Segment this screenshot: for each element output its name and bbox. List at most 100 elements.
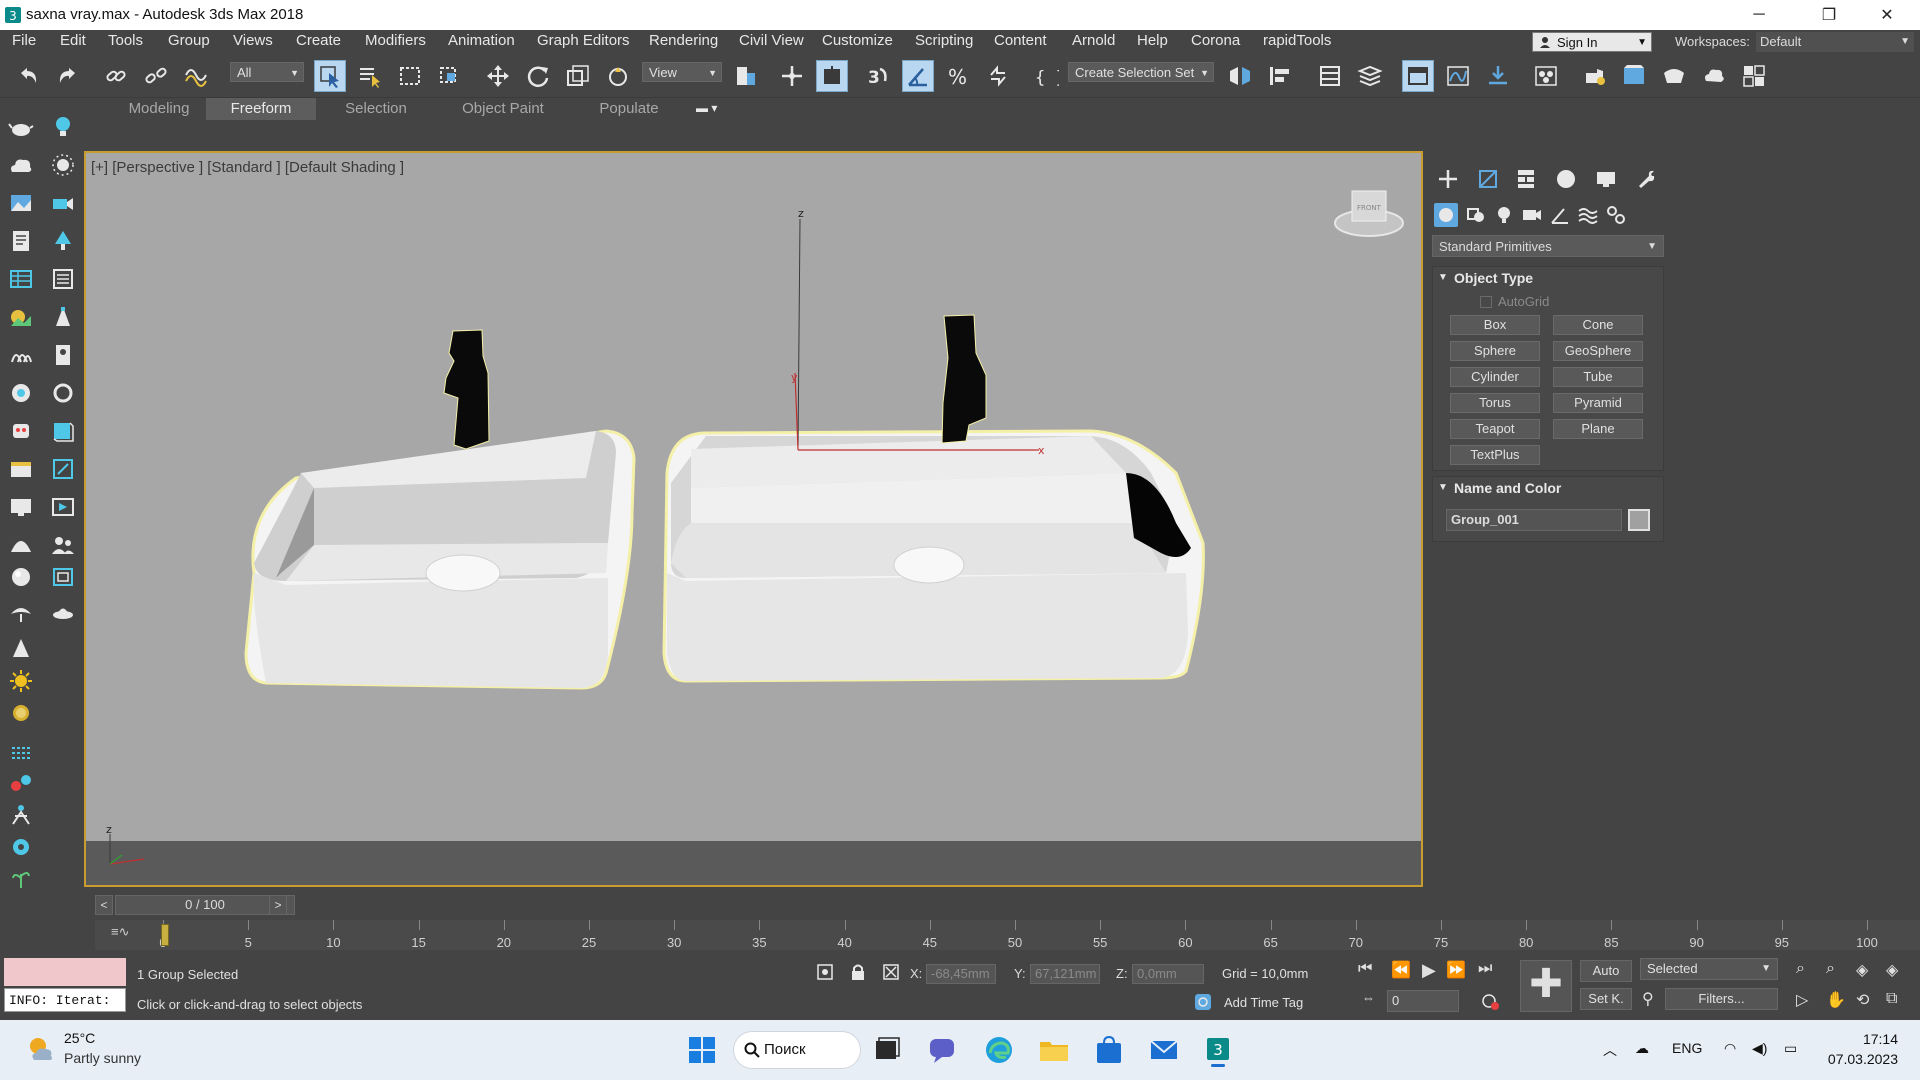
sun-light-icon[interactable] — [8, 668, 34, 694]
sphere-button[interactable]: Sphere — [1450, 341, 1540, 361]
window-icon[interactable] — [8, 456, 34, 482]
film-icon[interactable] — [50, 494, 76, 520]
rotate-icon[interactable] — [522, 60, 554, 92]
move-icon[interactable] — [482, 60, 514, 92]
edge-browser-icon[interactable] — [982, 1033, 1016, 1067]
task-view-icon[interactable] — [870, 1033, 904, 1067]
menu-content[interactable]: Content — [994, 32, 1047, 49]
box-icon[interactable] — [50, 418, 76, 444]
pivot-center-icon[interactable] — [730, 60, 762, 92]
tree-icon[interactable] — [50, 228, 76, 254]
menu-group[interactable]: Group — [168, 32, 210, 49]
menu-civil-view[interactable]: Civil View — [739, 32, 804, 49]
time-configuration-icon[interactable] — [1480, 991, 1500, 1011]
menu-rapidtools[interactable]: rapidTools — [1263, 32, 1331, 49]
auto-key-button[interactable]: Auto — [1580, 960, 1632, 982]
teams-chat-icon[interactable] — [926, 1033, 960, 1067]
hierarchy-tab-icon[interactable] — [1512, 165, 1540, 193]
current-frame-field[interactable]: 0 — [1387, 990, 1459, 1012]
menu-tools[interactable]: Tools — [108, 32, 143, 49]
tube-button[interactable]: Tube — [1553, 367, 1643, 387]
windows-start-icon[interactable] — [685, 1033, 719, 1067]
gear-icon[interactable] — [8, 834, 34, 860]
previous-frame-icon[interactable]: ⏪ — [1391, 960, 1411, 980]
maxscript-output[interactable]: INFO: Iterat: — [4, 988, 126, 1012]
robot-icon[interactable] — [8, 418, 34, 444]
wifi-icon[interactable]: ◠ — [1724, 1040, 1736, 1057]
menu-help[interactable]: Help — [1137, 32, 1168, 49]
object-color-swatch[interactable] — [1628, 509, 1650, 531]
helpers-icon[interactable] — [1548, 203, 1572, 227]
wheat-icon[interactable] — [8, 600, 34, 626]
display-tab-icon[interactable] — [1592, 165, 1620, 193]
a360-gallery-icon[interactable] — [1738, 60, 1770, 92]
speaker-icon[interactable] — [8, 380, 34, 406]
menu-modifiers[interactable]: Modifiers — [365, 32, 426, 49]
maximize-viewport-icon[interactable]: ⧉ — [1886, 990, 1897, 1008]
track-bar[interactable]: ≡∿ 0510152025303540455055606570758085909… — [95, 920, 1920, 950]
terrain-icon[interactable] — [8, 304, 34, 330]
list-icon[interactable] — [50, 266, 76, 292]
input-language[interactable]: ENG — [1672, 1040, 1702, 1056]
scene-explorer-icon[interactable] — [1314, 60, 1346, 92]
figure-icon[interactable] — [50, 342, 76, 368]
name-and-color-header[interactable]: ▼ Name and Color — [1432, 477, 1664, 499]
faucet-right[interactable] — [941, 314, 987, 444]
align-icon[interactable] — [1264, 60, 1296, 92]
snaps-toggle-icon[interactable]: 3 — [862, 60, 894, 92]
menu-customize[interactable]: Customize — [822, 32, 893, 49]
curve-toggle-icon[interactable]: ≡∿ — [111, 924, 129, 940]
frame-spinner-icon[interactable]: ⇔ — [1362, 990, 1375, 1005]
plant-icon[interactable] — [8, 866, 34, 892]
unlink-icon[interactable] — [140, 60, 172, 92]
schematic-view-icon[interactable] — [1482, 60, 1514, 92]
ribbon-options-icon[interactable]: ▬ ▾ — [696, 101, 724, 117]
workspaces-dropdown[interactable]: Default ▼ — [1756, 32, 1914, 52]
tab-modeling[interactable]: Modeling — [114, 98, 204, 120]
cloud-icon[interactable] — [8, 152, 34, 178]
place-icon[interactable] — [602, 60, 634, 92]
autogrid-checkbox[interactable]: AutoGrid — [1480, 294, 1549, 309]
go-to-end-icon[interactable]: ⏭ — [1478, 960, 1492, 978]
select-and-manipulate-icon[interactable] — [776, 60, 808, 92]
y-coordinate-field[interactable]: 67,121mm — [1030, 964, 1100, 984]
modify-tab-icon[interactable] — [1474, 165, 1502, 193]
cone-icon[interactable] — [8, 636, 34, 662]
time-slider[interactable]: < 0 / 100 > — [95, 895, 1920, 915]
set-key-button[interactable]: Set K. — [1580, 988, 1632, 1010]
geosphere-button[interactable]: GeoSphere — [1553, 341, 1643, 361]
dome-icon[interactable] — [8, 532, 34, 558]
gold-sphere-icon[interactable] — [8, 700, 34, 726]
menu-arnold[interactable]: Arnold — [1072, 32, 1115, 49]
time-tag-icon[interactable] — [1193, 992, 1213, 1012]
tab-selection[interactable]: Selection — [330, 98, 422, 120]
spinner-snap-icon[interactable] — [982, 60, 1014, 92]
keyboard-shortcut-override-icon[interactable] — [816, 60, 848, 92]
menu-file[interactable]: File — [12, 32, 36, 49]
taskbar-search[interactable]: Поиск — [734, 1032, 860, 1068]
play-icon[interactable]: ▶ — [1422, 960, 1436, 981]
tab-object-paint[interactable]: Object Paint — [448, 98, 558, 120]
cone-button[interactable]: Cone — [1553, 315, 1643, 335]
weather-sun-cloud-icon[interactable] — [26, 1034, 56, 1064]
zoom-extents-icon[interactable]: ◈ — [1856, 960, 1868, 980]
menu-graph-editors[interactable]: Graph Editors — [537, 32, 630, 49]
file-explorer-icon[interactable] — [1037, 1033, 1071, 1067]
mirror-icon[interactable] — [1224, 60, 1256, 92]
space-warps-icon[interactable] — [1576, 203, 1600, 227]
hair-icon[interactable] — [8, 342, 34, 368]
toggle-ribbon-icon[interactable] — [1402, 60, 1434, 92]
x-coordinate-field[interactable]: -68,45mm — [926, 964, 996, 984]
people-icon[interactable] — [50, 532, 76, 558]
rendered-frame-window-icon[interactable] — [1618, 60, 1650, 92]
time-prev-button[interactable]: < — [95, 895, 113, 915]
character-icon[interactable] — [8, 802, 34, 828]
named-selection-dropdown[interactable]: Create Selection Set ▼ — [1068, 62, 1214, 82]
time-next-button[interactable]: > — [269, 895, 287, 915]
scatter-icon[interactable] — [50, 456, 76, 482]
tab-populate[interactable]: Populate — [584, 98, 674, 120]
menu-create[interactable]: Create — [296, 32, 341, 49]
angle-snap-icon[interactable] — [902, 60, 934, 92]
teapot-button[interactable]: Teapot — [1450, 419, 1540, 439]
perspective-viewport[interactable]: z y x z FRONT [+] [Perspective ] [Standa… — [84, 151, 1423, 887]
